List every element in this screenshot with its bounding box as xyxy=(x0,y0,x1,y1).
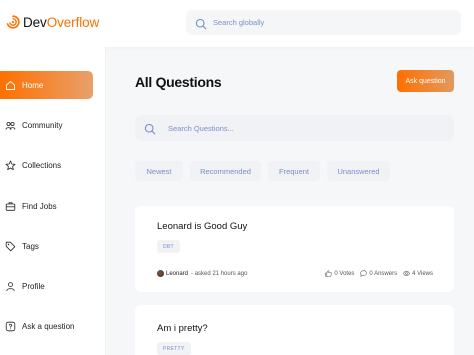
top-bar: DevOverflow xyxy=(0,0,474,47)
questions-search-bar[interactable] xyxy=(135,115,454,141)
sidebar-item-community[interactable]: Community xyxy=(0,111,93,139)
views-count: 4 Views xyxy=(412,270,433,277)
votes-count: 0 Votes xyxy=(334,270,355,277)
logo-text: DevOverflow xyxy=(23,15,99,30)
question-title[interactable]: Am i pretty? xyxy=(157,323,208,334)
message-icon xyxy=(360,270,368,277)
avatar xyxy=(157,270,164,277)
sidebar-item-label: Collections xyxy=(22,160,62,170)
tag-badge[interactable]: DBT xyxy=(157,240,180,253)
question-meta: Leonard - asked 21 hours ago 0 Votes 0 A… xyxy=(157,270,433,280)
answers-count: 0 Answers xyxy=(369,270,398,277)
asked-time: - asked 21 hours ago xyxy=(191,270,248,277)
eye-icon xyxy=(403,270,411,277)
home-icon xyxy=(5,80,16,91)
views-stat: 4 Views xyxy=(403,270,433,277)
sidebar-item-find-jobs[interactable]: Find Jobs xyxy=(0,192,93,220)
sidebar-item-label: Profile xyxy=(22,281,45,291)
question-card: Leonard is Good Guy DBT Leonard - asked … xyxy=(135,206,454,292)
question-author[interactable]: Leonard - asked 21 hours ago xyxy=(157,270,247,277)
sidebar-item-label: Tags xyxy=(22,241,39,251)
global-search-bar[interactable] xyxy=(186,10,461,35)
sidebar-item-tags[interactable]: Tags xyxy=(0,232,93,260)
logo-icon xyxy=(6,15,20,29)
left-sidebar: Home Community Collections Find Jobs Tag… xyxy=(0,47,106,355)
briefcase-icon xyxy=(5,201,16,212)
logo-text-dev: Dev xyxy=(23,14,47,30)
logo[interactable]: DevOverflow xyxy=(6,11,99,33)
author-name: Leonard xyxy=(166,270,189,277)
page-title: All Questions xyxy=(135,74,222,90)
logo-text-overflow: Overflow xyxy=(46,14,100,30)
question-stats: 0 Votes 0 Answers 4 Views xyxy=(319,270,433,277)
sidebar-item-label: Find Jobs xyxy=(22,201,57,211)
filter-newest[interactable]: Newest xyxy=(135,161,183,181)
star-icon xyxy=(5,160,16,171)
tag-badge[interactable]: PRETTY xyxy=(157,342,191,355)
filter-frequent[interactable]: Frequent xyxy=(268,161,320,181)
tag-icon xyxy=(5,241,16,252)
question-title[interactable]: Leonard is Good Guy xyxy=(157,221,247,232)
questions-search-input[interactable] xyxy=(168,123,418,133)
filter-recommended[interactable]: Recommended xyxy=(190,161,261,181)
ask-question-button[interactable]: Ask question xyxy=(397,70,454,92)
thumbs-up-icon xyxy=(325,270,333,277)
question-icon xyxy=(5,321,16,332)
filter-unanswered[interactable]: Unanswered xyxy=(327,161,390,181)
sidebar-item-label: Ask a question xyxy=(22,321,75,331)
main-content: All Questions Ask question Newest Recomm… xyxy=(106,47,474,355)
search-icon xyxy=(195,17,207,29)
question-card: Am i pretty? PRETTY xyxy=(135,305,454,355)
answers-stat: 0 Answers xyxy=(360,270,397,277)
search-icon xyxy=(144,122,156,135)
sidebar-item-collections[interactable]: Collections xyxy=(0,151,93,179)
sidebar-item-label: Home xyxy=(22,80,44,90)
sidebar-item-home[interactable]: Home xyxy=(0,71,93,99)
global-search-input[interactable] xyxy=(213,18,433,27)
sidebar-item-profile[interactable]: Profile xyxy=(0,272,93,300)
sidebar-item-label: Community xyxy=(22,120,63,130)
sidebar-item-ask-question[interactable]: Ask a question xyxy=(0,312,93,340)
votes-stat: 0 Votes xyxy=(325,270,354,277)
user-icon xyxy=(5,281,16,292)
community-icon xyxy=(5,120,16,131)
